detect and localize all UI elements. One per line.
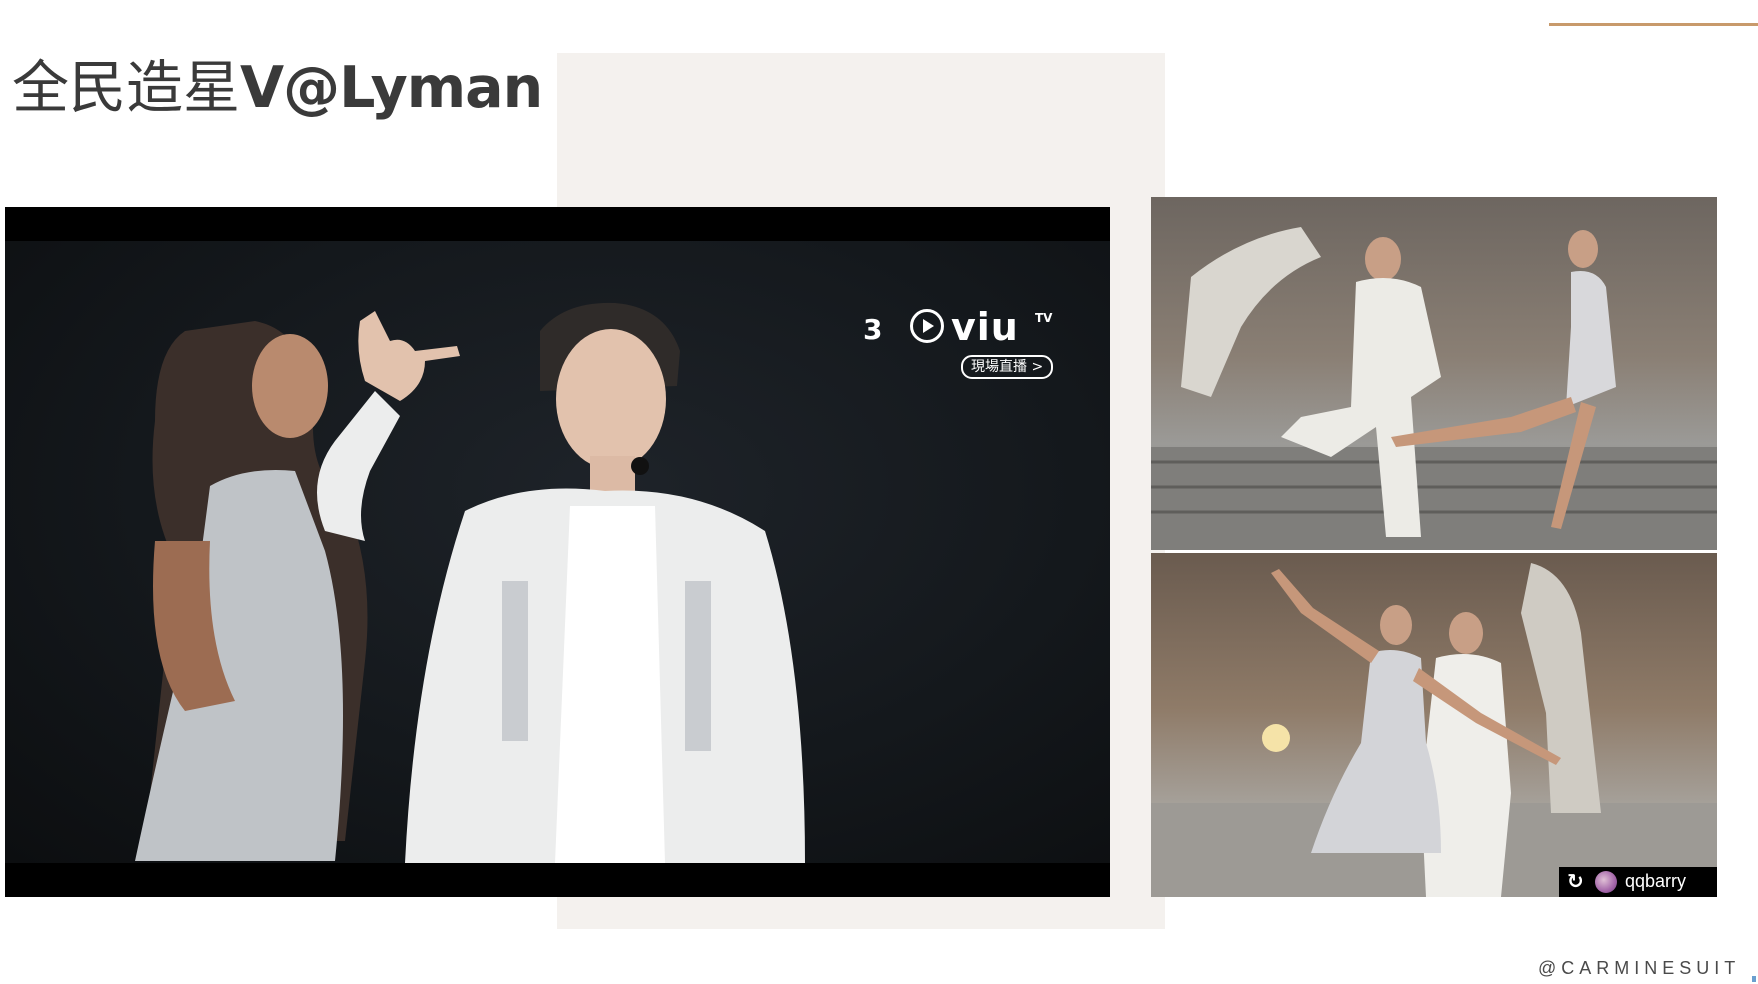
female-dancer-head xyxy=(1380,605,1412,645)
play-icon xyxy=(910,309,944,343)
dancer-face xyxy=(252,334,328,438)
singer-shirt xyxy=(555,506,665,863)
backup-dancer xyxy=(1521,563,1601,813)
corner-mark xyxy=(1752,976,1756,982)
channel-number: 3 xyxy=(863,313,883,346)
stage-image: 3 viu TV 現場直播 > xyxy=(5,241,1110,863)
backup-dancer xyxy=(1181,227,1321,397)
repost-icon: ↻ xyxy=(1567,869,1584,893)
jacket-sparkle-right xyxy=(685,581,711,751)
accent-line xyxy=(1549,23,1758,26)
brand-name: viu xyxy=(951,305,1019,349)
male-dancer-head xyxy=(1365,237,1401,281)
female-dancer-head xyxy=(1568,230,1598,268)
singer-hand xyxy=(358,311,460,401)
brand-suffix: TV xyxy=(1035,311,1053,325)
slide-title-english: V@Lyman xyxy=(240,55,543,121)
singer-raised-arm xyxy=(317,391,400,541)
stage-light xyxy=(1262,724,1290,752)
jacket-sparkle-left xyxy=(502,581,528,741)
live-badge: 現場直播 > xyxy=(961,355,1054,379)
female-dancer-leg xyxy=(1391,397,1576,447)
broadcaster-logo: 3 viu TV 現場直播 > xyxy=(863,305,1063,379)
dance-photo-bottom: ↻ qqbarry xyxy=(1151,553,1717,897)
singer-neck xyxy=(590,456,635,496)
female-dancer-dress xyxy=(1566,271,1616,407)
dance-scene-bottom xyxy=(1151,563,1717,897)
dance-photo-top xyxy=(1151,197,1717,550)
singer-face xyxy=(556,329,666,469)
slide-title: 全民造星V@Lyman xyxy=(12,50,543,126)
footer-handle: @CARMINESUIT xyxy=(1538,958,1741,978)
headset-mic xyxy=(631,457,649,475)
main-video-still: 3 viu TV 現場直播 > xyxy=(5,207,1110,897)
repost-credit: ↻ qqbarry xyxy=(1559,867,1717,897)
dance-scene-top xyxy=(1151,227,1717,550)
credit-username: qqbarry xyxy=(1625,871,1687,891)
female-dancer-arm xyxy=(1271,569,1379,663)
male-dancer-head xyxy=(1449,612,1483,654)
slide-title-chinese: 全民造星 xyxy=(12,55,240,121)
avatar xyxy=(1595,871,1617,893)
